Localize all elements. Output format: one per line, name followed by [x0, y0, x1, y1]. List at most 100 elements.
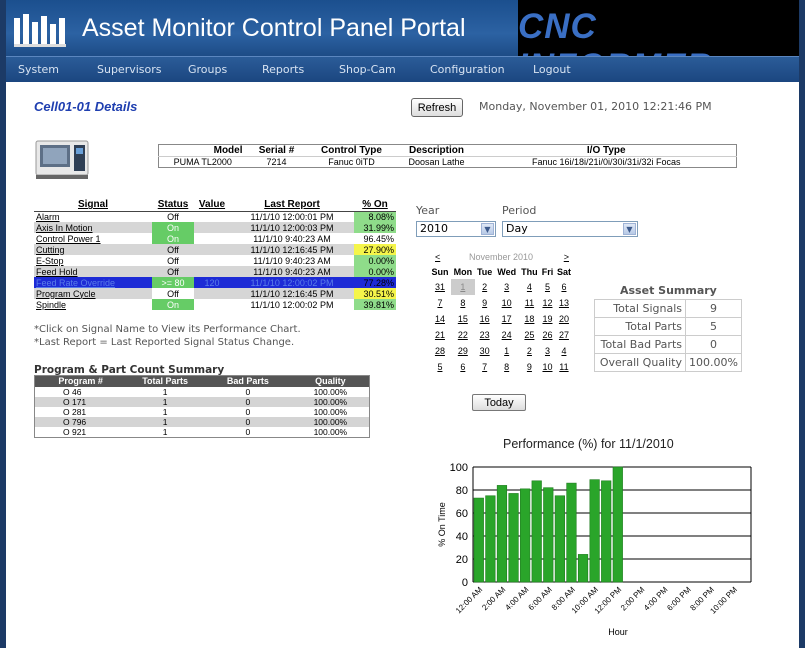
program-bad-parts: 0 [245, 386, 251, 397]
calendar-day[interactable]: 9 [519, 359, 540, 375]
calendar-day[interactable]: 21 [429, 327, 451, 343]
period-select[interactable]: Day ▼ [502, 221, 638, 237]
asset-summary-value: 5 [685, 317, 742, 336]
calendar-day[interactable]: 16 [475, 311, 495, 327]
signal-link[interactable]: Axis In Motion [34, 222, 152, 233]
signal-value [194, 299, 230, 310]
calendar-day[interactable]: 24 [495, 327, 519, 343]
program-quality: 100.00% [313, 406, 348, 417]
brand-banner: CNC INFORMER [518, 0, 799, 86]
signal-link[interactable]: Feed Rate Override [34, 277, 152, 288]
nav-shop-cam[interactable]: Shop-Cam [339, 63, 396, 76]
serial-value: 7214 [246, 156, 307, 168]
calendar-day[interactable]: 11 [519, 295, 540, 311]
calendar-day[interactable]: 4 [519, 279, 540, 295]
signal-link[interactable]: Program Cycle [34, 288, 152, 299]
calendar-prev-month[interactable]: < [435, 252, 440, 262]
year-select[interactable]: 2010 ▼ [416, 221, 496, 237]
signal-row-spindle: Spindle On 11/1/10 12:00:02 PM 39.81% [34, 299, 396, 310]
calendar-day[interactable]: 6 [451, 359, 475, 375]
program-quality: 100.00% [313, 426, 348, 437]
nav-supervisors[interactable]: Supervisors [97, 63, 162, 76]
calendar-grid: Sun Mon Tue Wed Thu Fri Sat 31 1 2 3 4 5… [429, 265, 573, 375]
calendar-day[interactable]: 22 [451, 327, 475, 343]
calendar-day[interactable]: 3 [495, 279, 519, 295]
calendar-day[interactable]: 29 [451, 343, 475, 359]
calendar-day[interactable]: 28 [429, 343, 451, 359]
chart-bar [589, 479, 600, 583]
signal-link[interactable]: Spindle [34, 299, 152, 310]
chart-title: Performance (%) for 11/1/2010 [503, 437, 674, 451]
signal-status: On [152, 299, 194, 310]
signal-link[interactable]: Cutting [34, 244, 152, 255]
col-value: Value [194, 199, 230, 212]
nav-system[interactable]: System [18, 63, 59, 76]
nav-groups[interactable]: Groups [188, 63, 227, 76]
signal-status: >= 80 [152, 277, 194, 288]
program-number: O 281 [63, 406, 87, 417]
signal-pct-on: 27.90% [354, 244, 396, 255]
chart-bar [485, 495, 496, 583]
calendar-day[interactable]: 27 [555, 327, 573, 343]
calendar-day[interactable]: 10 [495, 295, 519, 311]
calendar-day[interactable]: 25 [519, 327, 540, 343]
nav-configuration[interactable]: Configuration [430, 63, 505, 76]
calendar-day[interactable]: 17 [495, 311, 519, 327]
calendar-day[interactable]: 19 [540, 311, 555, 327]
nav-reports[interactable]: Reports [262, 63, 304, 76]
signal-last-report: 11/1/10 12:16:45 PM [230, 288, 354, 299]
nav-logout[interactable]: Logout [533, 63, 571, 76]
refresh-button[interactable]: Refresh [411, 98, 463, 117]
description-value: Doosan Lathe [396, 156, 477, 168]
calendar-day[interactable]: 14 [429, 311, 451, 327]
calendar-day[interactable]: 9 [475, 295, 495, 311]
calendar-day[interactable]: 18 [519, 311, 540, 327]
x-axis-label: Hour [608, 627, 628, 637]
io-type-value: Fanuc 16i/18i/21i/0i/30i/31i/32i Focas [476, 156, 737, 168]
signal-link[interactable]: Control Power 1 [34, 233, 152, 244]
today-button[interactable]: Today [472, 394, 526, 411]
calendar-day[interactable]: 23 [475, 327, 495, 343]
calendar-day[interactable]: 5 [540, 279, 555, 295]
header: Asset Monitor Control Panel Portal CNC I… [6, 0, 799, 86]
calendar-next-month[interactable]: > [564, 252, 569, 262]
calendar-day[interactable]: 10 [540, 359, 555, 375]
calendar-day[interactable]: 6 [555, 279, 573, 295]
calendar-day[interactable]: 1 [495, 343, 519, 359]
calendar-day[interactable]: 7 [475, 359, 495, 375]
calendar-day[interactable]: 30 [475, 343, 495, 359]
calendar-day[interactable]: 2 [475, 279, 495, 295]
calendar-day[interactable]: 7 [429, 295, 451, 311]
chart-bar [554, 495, 565, 583]
calendar-day[interactable]: 20 [555, 311, 573, 327]
calendar-day[interactable]: 3 [540, 343, 555, 359]
signal-pct-on: 30.51% [354, 288, 396, 299]
y-axis-label: % On Time [437, 502, 447, 547]
signal-link[interactable]: Feed Hold [34, 266, 152, 277]
calendar-day[interactable]: 13 [555, 295, 573, 311]
chevron-down-icon: ▼ [623, 223, 636, 235]
calendar-day[interactable]: 12 [540, 295, 555, 311]
program-bad-parts: 0 [245, 426, 251, 437]
signal-link[interactable]: Alarm [34, 211, 152, 222]
x-tick-label: 12:00 AM [454, 585, 485, 616]
calendar-day[interactable]: 11 [555, 359, 573, 375]
calendar-day[interactable]: 2 [519, 343, 540, 359]
calendar-day[interactable]: 8 [495, 359, 519, 375]
signal-row-cutting: Cutting Off 11/1/10 12:16:45 PM 27.90% [34, 244, 396, 255]
chart-bar [601, 480, 612, 583]
calendar-day[interactable]: 4 [555, 343, 573, 359]
calendar-day[interactable]: 8 [451, 295, 475, 311]
signal-value [194, 222, 230, 233]
col-model: Model [213, 145, 243, 156]
signal-link[interactable]: E-Stop [34, 255, 152, 266]
col-total-parts: Total Parts [126, 375, 204, 387]
program-number: O 171 [34, 396, 127, 407]
calendar-day[interactable]: 15 [451, 311, 475, 327]
calendar-day[interactable]: 5 [429, 359, 451, 375]
calendar-day[interactable]: 26 [540, 327, 555, 343]
calendar-day[interactable]: 31 [429, 279, 451, 295]
weekday-header: Wed [497, 267, 517, 277]
calendar-day-selected[interactable]: 1 [450, 279, 475, 295]
program-total-parts: 1 [162, 386, 168, 397]
